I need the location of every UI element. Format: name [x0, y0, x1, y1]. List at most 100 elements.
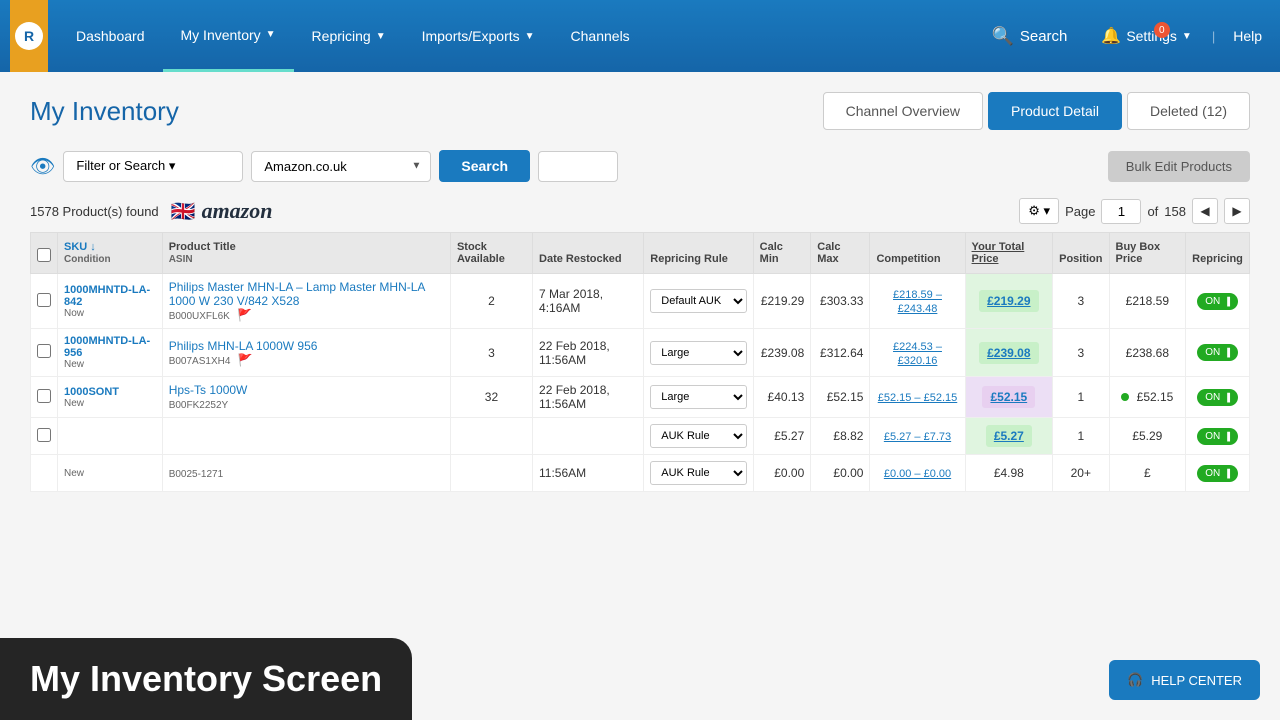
row-checkbox[interactable]	[37, 428, 51, 442]
td-competition: £224.53 – £320.16	[870, 329, 965, 377]
filter-search-input[interactable]	[63, 151, 243, 182]
competition-link[interactable]: £5.27 – £7.73	[884, 431, 951, 443]
table-row: AUK Rule £5.27 £8.82 £5.27 – £7.73 £5.27…	[31, 418, 1250, 455]
td-rule: Default AUK Rule	[644, 274, 753, 329]
search-small-input[interactable]	[538, 151, 618, 182]
td-stock: 3	[450, 329, 532, 377]
row-checkbox[interactable]	[37, 344, 51, 358]
th-calc-min: Calc Min	[753, 233, 811, 274]
td-title: Philips MHN-LA 1000W 956 B007AS1XH4 🚩	[162, 329, 450, 377]
competition-link[interactable]: £224.53 – £320.16	[893, 341, 942, 367]
td-position: 1	[1053, 418, 1109, 455]
page-header: My Inventory Channel Overview Product De…	[30, 92, 1250, 130]
td-buy-box-price: £52.15	[1109, 377, 1186, 418]
td-stock	[450, 455, 532, 492]
overlay-text: My Inventory Screen	[30, 658, 382, 699]
competition-link[interactable]: £0.00 – £0.00	[884, 468, 951, 480]
nav-divider: |	[1212, 29, 1215, 44]
logo-area[interactable]: R	[10, 0, 48, 72]
help-button[interactable]: Help	[1225, 20, 1270, 52]
settings-gear-button[interactable]: ⚙ ▾	[1019, 198, 1059, 224]
nav-right: 🔍 Search 0 🔔 Settings ▼ | Help	[977, 18, 1270, 55]
td-checkbox	[31, 418, 58, 455]
settings-button[interactable]: 0 🔔 Settings ▼	[1091, 18, 1201, 54]
td-position: 3	[1053, 274, 1109, 329]
competition-link[interactable]: £218.59 – £243.48	[893, 289, 942, 315]
inventory-table: SKU ↓ Condition Product Title ASIN Stock…	[30, 232, 1250, 492]
marketplace-selector-wrapper: Amazon.co.uk Amazon.com Amazon.de Amazon…	[251, 151, 431, 182]
repricing-rule-select[interactable]: AUK Rule	[650, 424, 746, 448]
repricing-toggle[interactable]: ON	[1197, 465, 1238, 482]
total-price-value: £239.08	[979, 342, 1038, 364]
th-calc-max: Calc Max	[811, 233, 870, 274]
help-center-button[interactable]: 🎧 HELP CENTER	[1109, 660, 1260, 700]
td-calc-max: £312.64	[811, 329, 870, 377]
search-button-nav[interactable]: 🔍 Search	[977, 18, 1081, 55]
search-button[interactable]: Search	[439, 150, 530, 182]
td-rule: Large	[644, 329, 753, 377]
repricing-rule-select[interactable]: Large	[650, 385, 746, 409]
repricing-rule-select[interactable]: Default AUK Rule	[650, 289, 746, 313]
td-buy-box-price: £238.68	[1109, 329, 1186, 377]
th-repricing: Repricing	[1186, 233, 1250, 274]
prev-page-button[interactable]: ◀	[1192, 198, 1218, 224]
repricing-toggle[interactable]: ON	[1197, 389, 1238, 406]
repricing-toggle[interactable]: ON	[1197, 293, 1238, 310]
select-all-checkbox[interactable]	[37, 248, 51, 262]
product-title-link[interactable]: Philips Master MHN-LA – Lamp Master MHN-…	[169, 280, 425, 308]
td-buy-box-price: £	[1109, 455, 1186, 492]
td-sku: New	[58, 455, 163, 492]
overlay-banner: My Inventory Screen	[0, 638, 412, 720]
search-icon: 🔍	[991, 26, 1013, 47]
bulk-edit-button[interactable]: Bulk Edit Products	[1108, 151, 1250, 182]
nav-item-repricing[interactable]: Repricing ▼	[294, 0, 404, 72]
td-position: 1	[1053, 377, 1109, 418]
repricing-rule-select[interactable]: AUK Rule	[650, 461, 746, 485]
eye-icon[interactable]: 👁	[30, 154, 55, 179]
notification-badge: 0	[1154, 22, 1170, 38]
competition-link[interactable]: £52.15 – £52.15	[878, 392, 958, 404]
nav-items: Dashboard My Inventory ▼ Repricing ▼ Imp…	[58, 0, 977, 72]
tab-product-detail[interactable]: Product Detail	[988, 92, 1122, 130]
flag-icon: 🚩	[238, 353, 253, 367]
nav-item-channels[interactable]: Channels	[553, 0, 648, 72]
repricing-toggle[interactable]: ON	[1197, 344, 1238, 361]
green-dot-icon	[1121, 393, 1129, 401]
repricing-toggle[interactable]: ON	[1197, 428, 1238, 445]
product-title-link[interactable]: Philips MHN-LA 1000W 956	[169, 339, 318, 353]
th-competition: Competition	[870, 233, 965, 274]
td-sku: 1000MHNTD-LA-956 New	[58, 329, 163, 377]
repricing-rule-select[interactable]: Large	[650, 341, 746, 365]
td-checkbox	[31, 455, 58, 492]
th-rule: Repricing Rule	[644, 233, 753, 274]
td-repricing: ON	[1186, 455, 1250, 492]
marketplace-select[interactable]: Amazon.co.uk Amazon.com Amazon.de Amazon…	[251, 151, 431, 182]
td-position: 20+	[1053, 455, 1109, 492]
total-price-value: £52.15	[982, 386, 1035, 408]
flag-icon: 🚩	[237, 308, 252, 322]
nav-item-imports-exports[interactable]: Imports/Exports ▼	[404, 0, 553, 72]
table-row: 1000MHNTD-LA-842 Now Philips Master MHN-…	[31, 274, 1250, 329]
td-date: 22 Feb 2018, 11:56AM	[533, 377, 644, 418]
headset-icon: 🎧	[1127, 672, 1143, 688]
page-number-input[interactable]	[1101, 199, 1141, 224]
results-bar: 1578 Product(s) found 🇬🇧 amazon ⚙ ▾ Page…	[30, 198, 1250, 224]
td-sku	[58, 418, 163, 455]
td-date: 7 Mar 2018, 4:16AM	[533, 274, 644, 329]
td-position: 3	[1053, 329, 1109, 377]
table-header-row: SKU ↓ Condition Product Title ASIN Stock…	[31, 233, 1250, 274]
row-checkbox[interactable]	[37, 389, 51, 403]
td-competition: £218.59 – £243.48	[870, 274, 965, 329]
product-title-link[interactable]: Hps-Ts 1000W	[169, 383, 248, 397]
td-repricing: ON	[1186, 418, 1250, 455]
row-checkbox[interactable]	[37, 293, 51, 307]
tab-channel-overview[interactable]: Channel Overview	[823, 92, 983, 130]
td-rule: AUK Rule	[644, 418, 753, 455]
td-total-price: £52.15	[965, 377, 1053, 418]
chevron-down-icon: ▼	[525, 31, 535, 42]
nav-item-my-inventory[interactable]: My Inventory ▼	[163, 0, 294, 72]
next-page-button[interactable]: ▶	[1224, 198, 1250, 224]
tabs-area: Channel Overview Product Detail Deleted …	[823, 92, 1250, 130]
nav-item-dashboard[interactable]: Dashboard	[58, 0, 163, 72]
tab-deleted[interactable]: Deleted (12)	[1127, 92, 1250, 130]
